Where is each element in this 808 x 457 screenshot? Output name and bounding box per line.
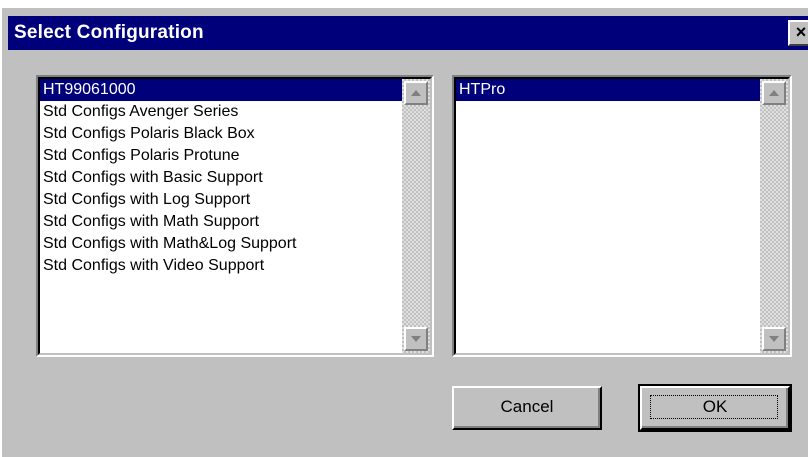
dialog-title: Select Configuration xyxy=(14,22,204,43)
scroll-up-arrow-icon xyxy=(769,90,779,96)
scroll-up-button[interactable] xyxy=(762,81,786,105)
scroll-down-arrow-icon xyxy=(769,336,779,342)
configuration-list-item[interactable]: Std Configs with Math Support xyxy=(40,211,402,233)
title-bar[interactable]: Select Configuration × xyxy=(8,16,808,50)
configuration-list-item[interactable]: Std Configs with Basic Support xyxy=(40,167,402,189)
scroll-down-arrow-icon xyxy=(411,336,421,342)
cancel-button-label: Cancel xyxy=(500,397,554,416)
configuration-list-item[interactable]: Std Configs with Log Support xyxy=(40,189,402,211)
scroll-down-button[interactable] xyxy=(404,327,428,351)
sub-configuration-list-items: HTPro xyxy=(456,79,760,353)
close-icon: × xyxy=(795,22,807,42)
sub-configuration-list-item[interactable]: HTPro xyxy=(456,79,760,101)
configuration-list-item[interactable]: Std Configs with Math&Log Support xyxy=(40,233,402,255)
cancel-button[interactable]: Cancel xyxy=(452,386,602,430)
scroll-up-button[interactable] xyxy=(404,81,428,105)
configuration-list-item[interactable]: Std Configs Polaris Black Box xyxy=(40,123,402,145)
ok-button[interactable]: OK xyxy=(638,384,792,432)
close-button[interactable]: × xyxy=(788,20,808,46)
scroll-up-arrow-icon xyxy=(411,90,421,96)
ok-button-label: OK xyxy=(702,397,728,416)
configuration-list-scrollbar[interactable] xyxy=(402,79,430,353)
configuration-list-item[interactable]: Std Configs Avenger Series xyxy=(40,101,402,123)
configuration-list-item[interactable]: Std Configs with Video Support xyxy=(40,255,402,277)
configuration-list[interactable]: HT99061000 Std Configs Avenger Series Std … xyxy=(36,75,434,357)
scroll-down-button[interactable] xyxy=(762,327,786,351)
configuration-list-item[interactable]: Std Configs Polaris Protune xyxy=(40,145,402,167)
sub-configuration-list[interactable]: HTPro xyxy=(452,75,792,357)
configuration-list-item[interactable]: HT99061000 xyxy=(40,79,402,101)
configuration-list-items: HT99061000 Std Configs Avenger Series Std … xyxy=(40,79,402,353)
sub-configuration-list-scrollbar[interactable] xyxy=(760,79,788,353)
